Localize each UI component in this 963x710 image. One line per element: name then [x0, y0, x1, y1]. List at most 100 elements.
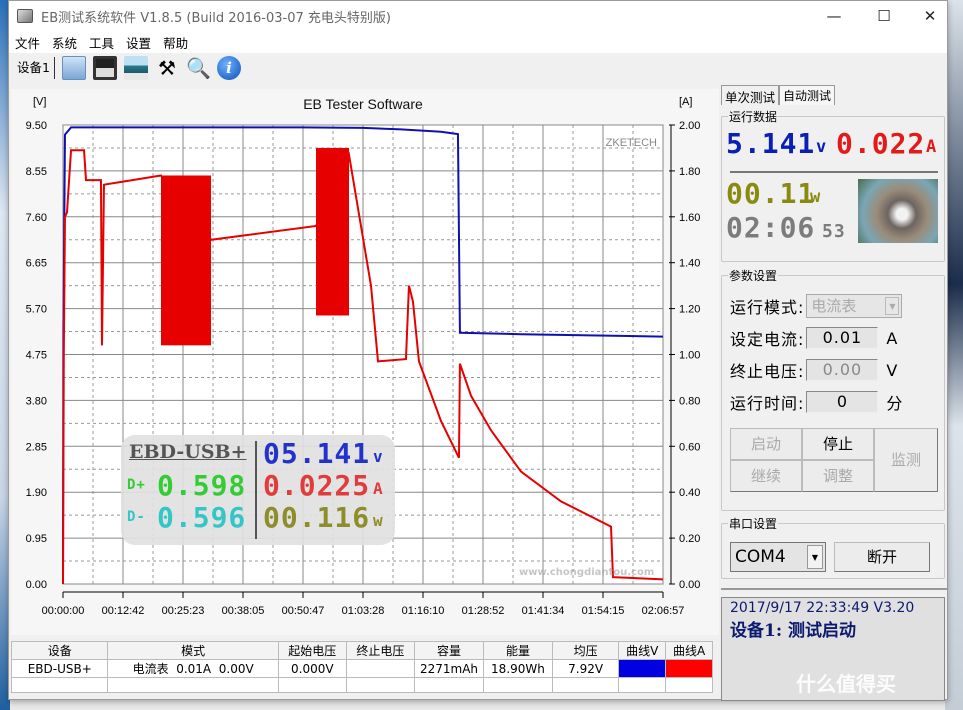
- stop-button[interactable]: 停止: [802, 428, 874, 460]
- title-bar: EB测试系统软件 V1.8.5 (Build 2016-03-07 充电头特别版…: [9, 1, 947, 31]
- cutoff-voltage-label: 终止电压:: [730, 362, 805, 381]
- cutoff-voltage-input[interactable]: 0.00: [806, 359, 879, 381]
- current-oscillation-band: [160, 175, 212, 346]
- serial-group: 串口设置 COM4 ▼ 断开: [721, 515, 945, 579]
- y-left-tick-label: 0.95: [26, 533, 47, 545]
- status-line-1: 2017/9/17 22:33:49 V3.20: [730, 600, 915, 616]
- curve-v-color-swatch[interactable]: [618, 659, 667, 678]
- minimize-button[interactable]: —: [811, 1, 857, 31]
- header-curve-a: 曲线A: [665, 641, 713, 660]
- save-icon[interactable]: [92, 56, 117, 80]
- window-title: EB测试系统软件 V1.8.5 (Build 2016-03-07 充电头特别版…: [41, 10, 391, 26]
- header-energy: 能量: [483, 641, 553, 660]
- header-curve-v: 曲线V: [618, 641, 667, 660]
- y-right-tick-label: 0.00: [679, 579, 700, 591]
- results-table: 设备 模式 起始电压 终止电压 容量 能量 均压 曲线V 曲线A EBD-USB…: [10, 641, 713, 693]
- start-button[interactable]: 启动: [730, 428, 802, 460]
- y-left-tick-label: 7.60: [26, 212, 47, 224]
- mode-value: 电流表: [811, 297, 857, 315]
- run-divider: [730, 171, 938, 173]
- search-icon[interactable]: 🔍: [186, 56, 211, 80]
- monitor-button[interactable]: 监测: [874, 428, 938, 492]
- corner-watermark: 什么值得买: [796, 672, 896, 696]
- cell-start-voltage: 0.000V: [277, 659, 347, 678]
- overlay-voltage-unit: v: [373, 447, 384, 466]
- cell-mode: 电流表 0.01A 0.00V: [107, 659, 279, 678]
- app-icon: [17, 9, 33, 23]
- header-capacity: 容量: [413, 641, 485, 660]
- overlay-power-unit: w: [373, 511, 384, 530]
- header-avg-voltage: 均压: [551, 641, 620, 660]
- x-tick-label: 01:54:15: [582, 605, 625, 617]
- right-panel: 单次测试 自动测试 运行数据 5.141 v 0.022 A 00.11 w 0…: [721, 85, 947, 701]
- table-row[interactable]: EBD-USB+ 电流表 0.01A 0.00V 0.000V 2271mAh …: [10, 659, 713, 678]
- info-icon[interactable]: i: [216, 56, 241, 80]
- readout-overlay: EBD-USB+ D+ 0.598 D- 0.596 05.141 v 0.02…: [121, 435, 395, 545]
- overlay-dminus-label: D-: [127, 509, 146, 525]
- maximize-button[interactable]: ☐: [861, 1, 907, 31]
- device-tab[interactable]: 设备1: [13, 57, 55, 79]
- curve-a-color-swatch[interactable]: [665, 659, 713, 678]
- image-icon[interactable]: [123, 56, 148, 80]
- folder-icon[interactable]: [61, 56, 86, 80]
- close-button[interactable]: ✕: [907, 1, 953, 31]
- mode-label: 运行模式:: [730, 298, 805, 317]
- x-tick-label: 00:38:05: [222, 605, 265, 617]
- adjust-button[interactable]: 调整: [802, 460, 874, 492]
- overlay-dminus: 0.596: [157, 501, 247, 534]
- run-time-input[interactable]: 0: [806, 391, 879, 413]
- run-time-label: 运行时间:: [730, 394, 805, 413]
- mode-select[interactable]: 电流表 ▼: [806, 294, 903, 318]
- y-left-axis-label: [V]: [33, 96, 46, 108]
- run-voltage-unit: v: [816, 137, 828, 157]
- y-right-tick-label: 1.20: [679, 304, 700, 316]
- y-left-tick-label: 2.85: [26, 441, 47, 453]
- run-time: 02:06: [726, 211, 816, 244]
- y-right-tick-label: 1.40: [679, 258, 700, 270]
- run-voltage: 5.141: [726, 127, 816, 160]
- run-data-group: 运行数据 5.141 v 0.022 A 00.11 w 02:06 53: [721, 108, 945, 262]
- port-value: COM4: [735, 547, 786, 567]
- run-time-seconds: 53: [822, 221, 846, 242]
- menu-settings[interactable]: 设置: [126, 33, 151, 52]
- cell-energy: 18.90Wh: [483, 659, 553, 678]
- tab-auto-test[interactable]: 自动测试: [779, 85, 836, 105]
- y-right-tick-label: 1.60: [679, 212, 700, 224]
- cat-photo: [858, 179, 938, 243]
- cell-end-voltage: [345, 659, 415, 678]
- y-right-tick-label: 0.20: [679, 533, 700, 545]
- resume-button[interactable]: 继续: [730, 460, 802, 492]
- table-row-empty: [10, 677, 713, 693]
- table-header-row: 设备 模式 起始电压 终止电压 容量 能量 均压 曲线V 曲线A: [10, 641, 713, 660]
- serial-label: 串口设置: [728, 515, 779, 532]
- y-left-tick-label: 4.75: [26, 350, 47, 362]
- disconnect-button[interactable]: 断开: [834, 542, 930, 572]
- y-left-tick-label: 8.55: [26, 166, 47, 178]
- params-group: 参数设置 运行模式: 电流表 ▼ 设定电流: 0.01 A 终止电压: 0.00…: [721, 267, 945, 511]
- set-current-unit: A: [886, 328, 899, 348]
- y-left-tick-label: 0.00: [26, 579, 47, 591]
- tab-single-test[interactable]: 单次测试: [721, 85, 780, 105]
- test-tabs: 单次测试 自动测试: [721, 85, 947, 105]
- overlay-voltage: 05.141: [263, 437, 371, 470]
- menu-system[interactable]: 系统: [52, 33, 77, 52]
- status-line-2: 设备1: 测试启动: [730, 621, 857, 641]
- menu-help[interactable]: 帮助: [163, 33, 188, 52]
- toolbar: 设备1 ⚒ 🔍 i: [9, 53, 947, 83]
- params-label: 参数设置: [728, 267, 779, 284]
- menu-bar: 文件 系统 工具 设置 帮助: [9, 31, 947, 53]
- run-time-unit: 分: [886, 394, 904, 413]
- current-oscillation-band: [316, 147, 350, 316]
- menu-tools[interactable]: 工具: [89, 33, 114, 52]
- menu-file[interactable]: 文件: [15, 33, 40, 52]
- port-select[interactable]: COM4 ▼: [730, 542, 826, 572]
- watermark-url: www.chongdiantou.com: [519, 567, 655, 578]
- cell-avg-voltage: 7.92V: [551, 659, 620, 678]
- header-start-voltage: 起始电压: [277, 641, 347, 660]
- set-current-label: 设定电流:: [730, 330, 805, 349]
- cell-device: EBD-USB+: [10, 659, 109, 678]
- x-tick-label: 00:00:00: [42, 605, 85, 617]
- tools-icon[interactable]: ⚒: [155, 56, 179, 80]
- cell-capacity: 2271mAh: [413, 659, 485, 678]
- set-current-input[interactable]: 0.01: [806, 327, 879, 349]
